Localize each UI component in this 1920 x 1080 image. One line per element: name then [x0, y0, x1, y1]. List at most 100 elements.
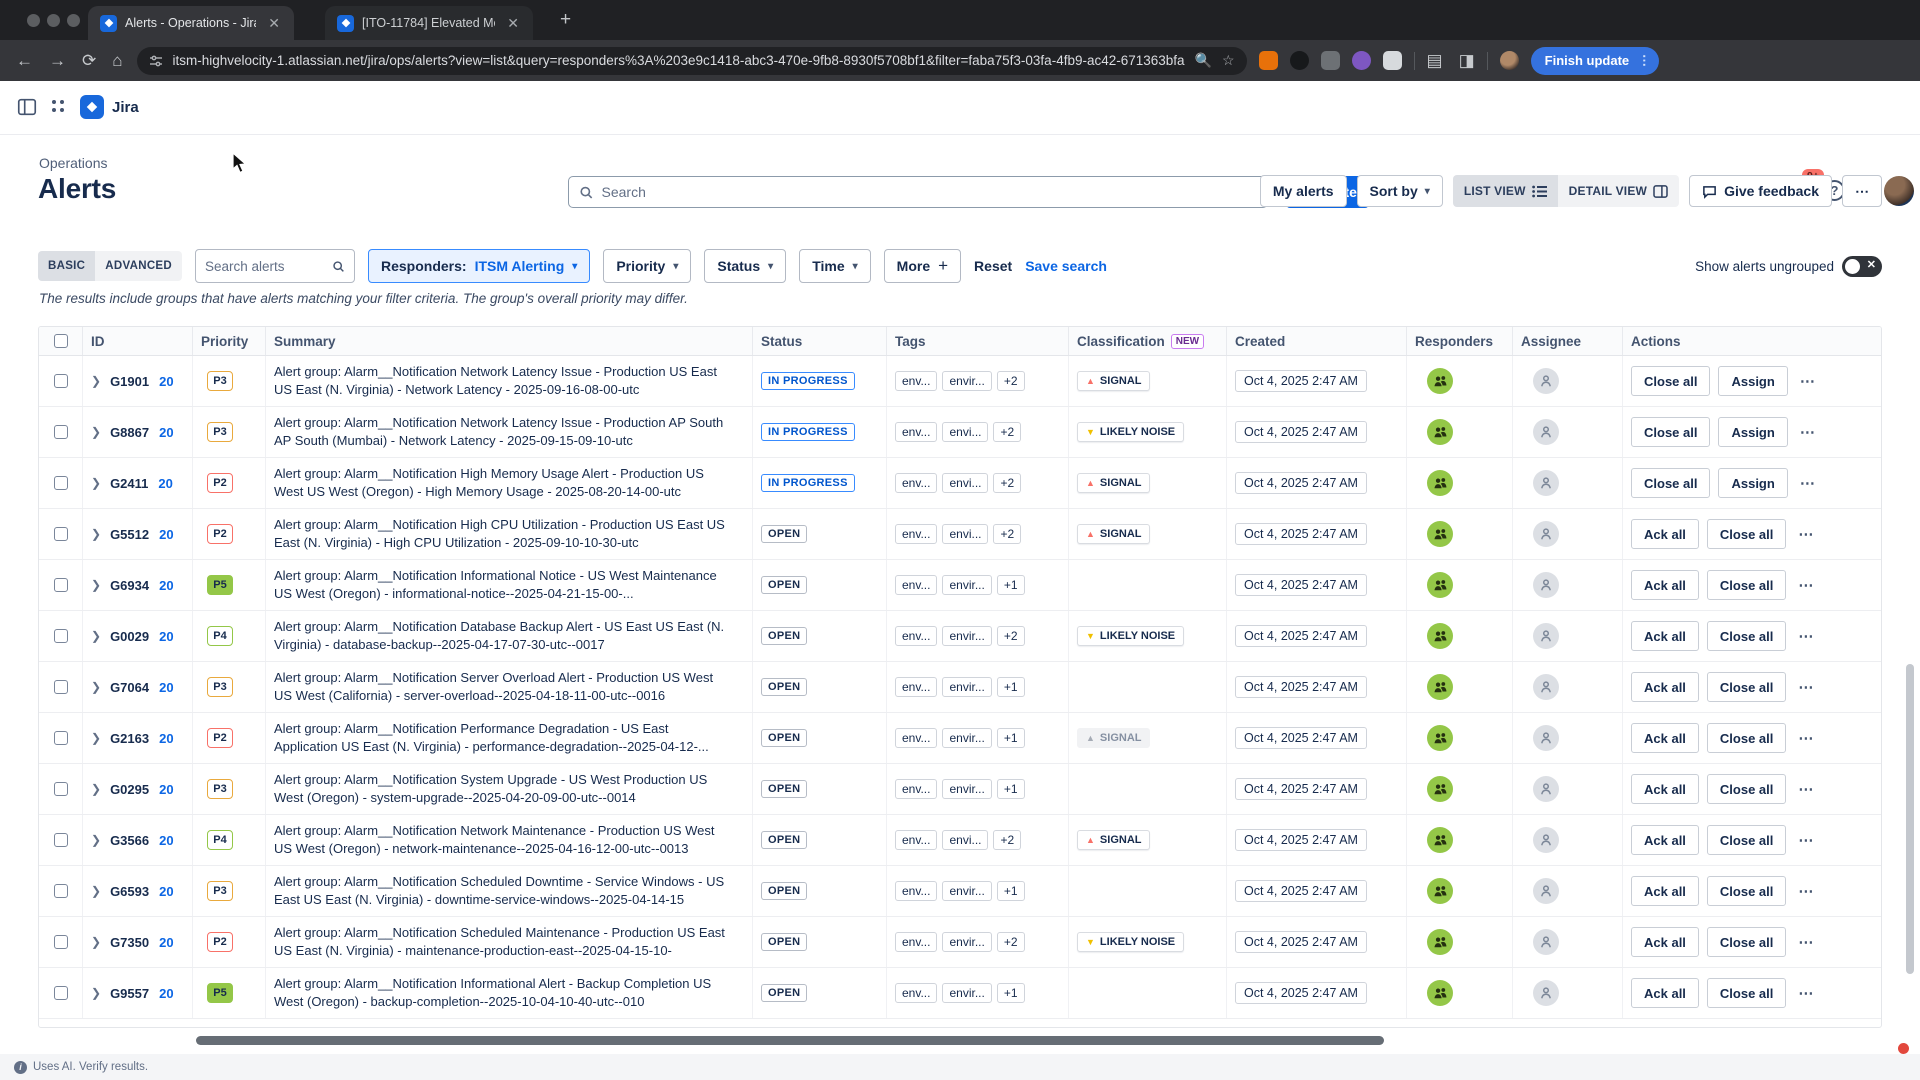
status-filter[interactable]: Status ▾ [704, 249, 787, 283]
row-more-button[interactable]: ⋯ [1800, 372, 1816, 390]
alert-id[interactable]: G9557 [110, 986, 149, 1001]
assign-button[interactable]: Assign [1718, 366, 1788, 396]
row-checkbox[interactable] [53, 884, 68, 898]
user-avatar[interactable] [1884, 176, 1914, 206]
assign-button[interactable]: Assign [1718, 417, 1788, 447]
alert-summary[interactable]: Alert group: Alarm__Notification Perform… [274, 720, 744, 756]
assignee-avatar[interactable] [1533, 470, 1559, 496]
close-all-button[interactable]: Close all [1706, 876, 1787, 906]
tag-chip[interactable]: env... [895, 473, 938, 493]
alert-summary[interactable]: Alert group: Alarm__Notification Network… [274, 822, 744, 858]
advanced-mode-tab[interactable]: ADVANCED [95, 251, 182, 281]
basic-mode-tab[interactable]: BASIC [38, 251, 96, 281]
close-all-button[interactable]: Close all [1706, 672, 1787, 702]
column-header-classification[interactable]: Classification NEW [1069, 327, 1227, 355]
alert-id[interactable]: G7064 [110, 680, 149, 695]
responders-avatar[interactable] [1427, 521, 1453, 547]
assignee-avatar[interactable] [1533, 827, 1559, 853]
ack-all-button[interactable]: Ack all [1631, 978, 1699, 1008]
assignee-avatar[interactable] [1533, 725, 1559, 751]
row-more-button[interactable]: ⋯ [1798, 984, 1814, 1002]
responders-avatar[interactable] [1427, 827, 1453, 853]
global-search-input[interactable] [601, 184, 1257, 200]
responders-avatar[interactable] [1427, 878, 1453, 904]
sort-by-button[interactable]: Sort by ▾ [1356, 175, 1443, 207]
column-header-summary[interactable]: Summary [266, 327, 753, 355]
close-all-button[interactable]: Close all [1706, 621, 1787, 651]
column-header-created[interactable]: Created [1227, 327, 1407, 355]
app-switcher-icon[interactable] [48, 96, 72, 120]
reset-button[interactable]: Reset [974, 258, 1012, 274]
row-more-button[interactable]: ⋯ [1798, 729, 1814, 747]
alert-count-link[interactable]: 20 [159, 425, 173, 440]
horizontal-scrollbar-thumb[interactable] [196, 1036, 1384, 1045]
alert-search-box[interactable] [195, 249, 355, 283]
alert-id[interactable]: G6593 [110, 884, 149, 899]
global-search[interactable] [568, 176, 1268, 208]
alert-count-link[interactable]: 20 [159, 935, 173, 950]
tag-chip[interactable]: +2 [996, 932, 1025, 952]
close-all-button[interactable]: Close all [1631, 366, 1711, 396]
assignee-avatar[interactable] [1533, 623, 1559, 649]
alert-summary[interactable]: Alert group: Alarm__Notification Informa… [274, 567, 744, 603]
tag-chip[interactable]: envi... [942, 524, 989, 544]
alert-id[interactable]: G0029 [110, 629, 149, 644]
reading-list-icon[interactable]: ▤ [1427, 51, 1443, 71]
row-checkbox[interactable] [53, 833, 68, 847]
row-more-button[interactable]: ⋯ [1798, 678, 1814, 696]
side-panel-icon[interactable]: ◨ [1459, 51, 1475, 71]
column-header-status[interactable]: Status [753, 327, 887, 355]
tag-chip[interactable]: envi... [942, 830, 989, 850]
alert-search-input[interactable] [205, 258, 327, 274]
alert-summary[interactable]: Alert group: Alarm__Notification High Me… [274, 465, 744, 501]
row-more-button[interactable]: ⋯ [1798, 576, 1814, 594]
row-checkbox[interactable] [53, 629, 68, 643]
alert-id[interactable]: G7350 [110, 935, 149, 950]
tag-chip[interactable]: env... [895, 779, 938, 799]
tag-chip[interactable]: env... [895, 677, 938, 697]
tag-chip[interactable]: +2 [993, 524, 1022, 544]
column-header-responders[interactable]: Responders [1407, 327, 1513, 355]
assignee-avatar[interactable] [1533, 419, 1559, 445]
ack-all-button[interactable]: Ack all [1631, 570, 1699, 600]
row-checkbox[interactable] [53, 374, 68, 388]
assignee-avatar[interactable] [1533, 929, 1559, 955]
ack-all-button[interactable]: Ack all [1631, 825, 1699, 855]
tag-chip[interactable]: env... [895, 626, 938, 646]
sidebar-toggle-icon[interactable] [16, 96, 40, 120]
browser-tab-active[interactable]: Alerts - Operations - Jira ✕ [88, 6, 294, 40]
assign-button[interactable]: Assign [1718, 468, 1788, 498]
priority-filter[interactable]: Priority ▾ [603, 249, 692, 283]
column-header-tags[interactable]: Tags [887, 327, 1069, 355]
alert-summary[interactable]: Alert group: Alarm__Notification Informa… [274, 975, 744, 1011]
classification-badge[interactable]: ▲ SIGNAL [1077, 728, 1151, 748]
ack-all-button[interactable]: Ack all [1631, 774, 1699, 804]
alert-summary[interactable]: Alert group: Alarm__Notification System … [274, 771, 744, 807]
responders-avatar[interactable] [1427, 980, 1453, 1006]
reload-icon[interactable]: ⟳ [82, 51, 96, 71]
tag-chip[interactable]: envir... [942, 728, 992, 748]
classification-badge[interactable]: ▲ SIGNAL [1077, 473, 1151, 493]
row-checkbox[interactable] [53, 476, 68, 490]
window-minimize-button[interactable] [47, 14, 60, 27]
tag-chip[interactable]: envir... [942, 575, 992, 595]
tab-close-icon[interactable]: ✕ [264, 14, 284, 32]
alert-id[interactable]: G0295 [110, 782, 149, 797]
classification-badge[interactable]: ▲ SIGNAL [1077, 830, 1151, 850]
expand-chevron-icon[interactable]: ❯ [91, 782, 101, 796]
alert-summary[interactable]: Alert group: Alarm__Notification Server … [274, 669, 744, 705]
responders-avatar[interactable] [1427, 725, 1453, 751]
give-feedback-button[interactable]: Give feedback [1689, 175, 1832, 207]
vertical-scrollbar[interactable] [1906, 330, 1918, 1028]
column-header-id[interactable]: ID [83, 327, 193, 355]
alert-summary[interactable]: Alert group: Alarm__Notification Network… [274, 414, 744, 450]
row-more-button[interactable]: ⋯ [1800, 474, 1816, 492]
classification-badge[interactable]: ▼ LIKELY NOISE [1077, 932, 1185, 952]
expand-chevron-icon[interactable]: ❯ [91, 374, 101, 388]
tag-chip[interactable]: +1 [996, 575, 1025, 595]
row-more-button[interactable]: ⋯ [1798, 882, 1814, 900]
alert-id[interactable]: G1901 [110, 374, 149, 389]
tag-chip[interactable]: envir... [942, 983, 992, 1003]
extension-icon-purple[interactable] [1351, 51, 1371, 70]
responders-avatar[interactable] [1427, 368, 1453, 394]
